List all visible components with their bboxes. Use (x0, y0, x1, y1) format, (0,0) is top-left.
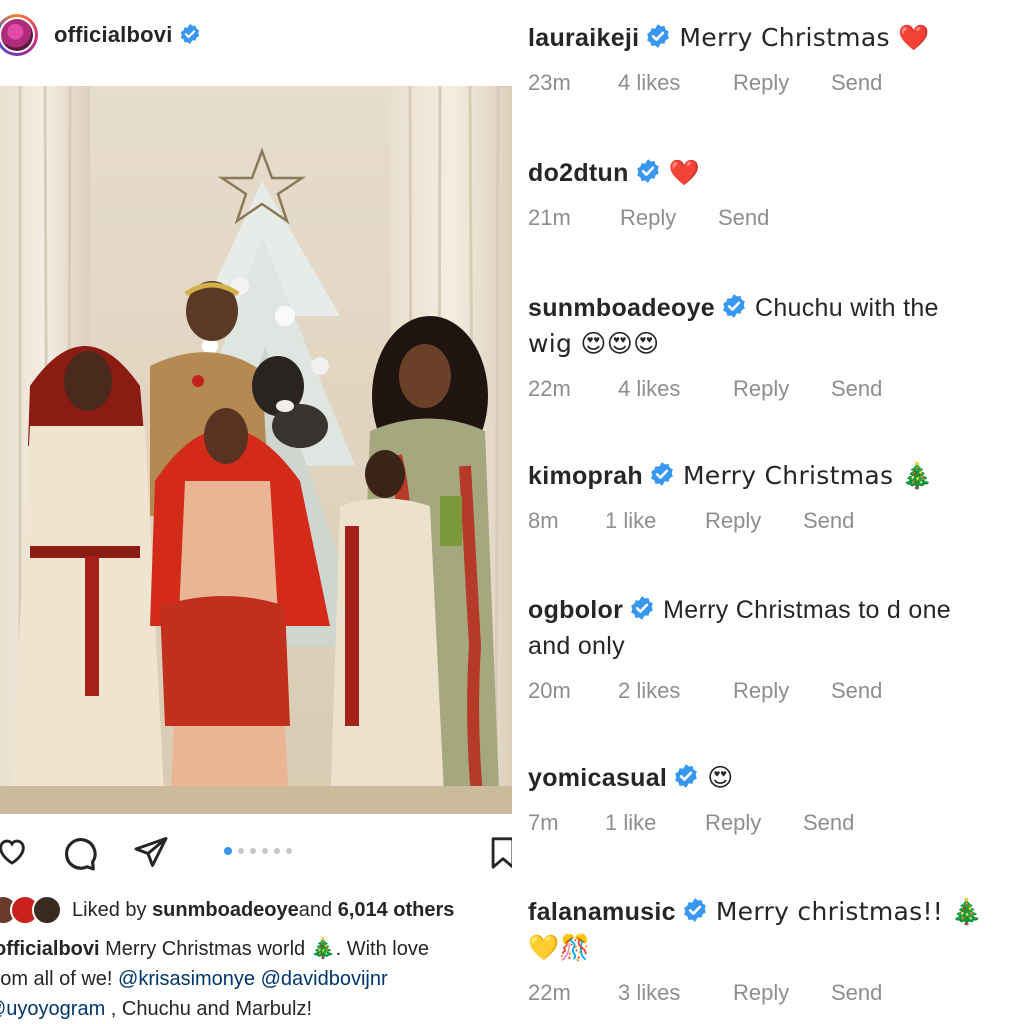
comment-text-continued: and only (528, 632, 625, 660)
bookmark-icon[interactable] (486, 834, 512, 872)
comment-text: Merry Christmas to d one (663, 596, 951, 624)
comment-username[interactable]: sunmboadeoye (528, 294, 715, 322)
verified-badge-icon (723, 294, 745, 319)
caption-text-2: from all of we! (0, 968, 119, 990)
comment-text: 😍 (707, 763, 734, 792)
comment-likes[interactable]: 4 likes (618, 70, 680, 96)
send-button[interactable]: Send (718, 205, 769, 231)
comment-time: 22m (528, 376, 571, 401)
carousel-dot (250, 848, 256, 854)
comment-text: Merry christmas!! 🎄 (715, 897, 983, 926)
verified-badge-icon (636, 159, 659, 184)
comment-likes[interactable]: 2 likes (618, 678, 680, 704)
reply-button[interactable]: Reply (620, 205, 676, 231)
comment-time: 23m (528, 70, 571, 95)
comment-item: ogbolor Merry Christmas to d one and only… (528, 592, 1018, 703)
comment-item: sunmboadeoye Chuchu with the wig 😍😍😍 22m … (528, 290, 1018, 401)
comment-username[interactable]: yomicasual (528, 764, 667, 792)
comment-time: 22m (528, 980, 571, 1005)
reply-button[interactable]: Reply (705, 810, 761, 836)
liked-by-row[interactable]: Liked by sunmboadeoye and 6,014 others (0, 895, 454, 925)
reply-button[interactable]: Reply (733, 678, 789, 704)
verified-badge-icon (675, 764, 698, 789)
liked-by-prefix: Liked by (72, 898, 147, 921)
comment-item: yomicasual 😍 7m 1 like Reply Send (528, 760, 1018, 835)
comment-username[interactable]: lauraikeji (528, 24, 639, 52)
mention-link[interactable]: @davidbovijnr (261, 968, 388, 990)
comment-likes[interactable]: 1 like (605, 508, 656, 534)
reply-button[interactable]: Reply (733, 376, 789, 402)
carousel-dot (238, 848, 244, 854)
heart-outline-icon[interactable] (0, 834, 30, 868)
reply-button[interactable]: Reply (733, 980, 789, 1006)
comment-likes[interactable]: 4 likes (618, 376, 680, 402)
comment-text: ❤️ (668, 158, 701, 187)
send-button[interactable]: Send (803, 810, 854, 836)
carousel-dot (286, 848, 292, 854)
post-author-avatar[interactable] (0, 14, 38, 56)
comment-item: kimoprah Merry Christmas 🎄 8m 1 like Repl… (528, 458, 1018, 533)
reply-button[interactable]: Reply (733, 70, 789, 96)
verified-badge-icon (180, 24, 199, 45)
comment-text: Chuchu with the (754, 294, 939, 322)
post-author-username[interactable]: officialbovi (54, 22, 201, 48)
comment-time: 7m (528, 810, 559, 835)
comment-text-continued: wig 😍😍😍 (528, 329, 660, 358)
comments-panel: lauraikeji Merry Christmas ❤️ 23m 4 likes… (512, 0, 1024, 1024)
post-header: officialbovi (0, 12, 512, 76)
verified-badge-icon (647, 24, 670, 49)
comment-time: 20m (528, 678, 571, 703)
caption-username[interactable]: officialbovi (0, 938, 100, 960)
comment-text-continued: 💛🎊 (528, 933, 591, 962)
send-button[interactable]: Send (803, 508, 854, 534)
post-photo[interactable] (0, 86, 512, 814)
mention-link[interactable]: @krisasimonye (118, 968, 255, 990)
post-caption: officialbovi Merry Christmas world 🎄. Wi… (0, 934, 512, 1024)
liked-by-others[interactable]: 6,014 others (338, 899, 455, 922)
post-author-name[interactable]: officialbovi (54, 22, 173, 47)
liked-by-and: and (298, 898, 333, 921)
avatar-photo (1, 19, 33, 51)
caption-text-3: , Chuchu and Marbulz! (105, 998, 313, 1020)
reply-button[interactable]: Reply (705, 508, 761, 534)
comment-item: do2dtun ❤️ 21m Reply Send (528, 155, 1018, 230)
comment-item: falanamusic Merry christmas!! 🎄 💛🎊 22m 3 … (528, 894, 1018, 1005)
send-button[interactable]: Send (831, 678, 882, 704)
comment-text: Merry Christmas 🎄 (682, 461, 933, 490)
family-christmas-photo (0, 86, 512, 814)
mention-link[interactable]: @uyoyogram (0, 998, 105, 1020)
comment-item: lauraikeji Merry Christmas ❤️ 23m 4 likes… (528, 20, 1018, 95)
comment-likes[interactable]: 1 like (605, 810, 656, 836)
carousel-dot (262, 848, 268, 854)
liked-by-user[interactable]: sunmboadeoye (152, 899, 299, 922)
comment-username[interactable]: falanamusic (528, 898, 676, 926)
carousel-dot-active (224, 847, 232, 855)
send-button[interactable]: Send (831, 70, 882, 96)
avatar (32, 895, 62, 925)
comment-time: 8m (528, 508, 559, 533)
paper-plane-icon[interactable] (132, 834, 170, 870)
comment-username[interactable]: ogbolor (528, 596, 623, 624)
verified-badge-icon (651, 462, 673, 487)
post-action-bar (0, 828, 512, 878)
verified-badge-icon (631, 596, 653, 621)
post-panel: officialbovi Liked by sunmboadeoye and 6… (0, 0, 512, 1024)
send-button[interactable]: Send (831, 980, 882, 1006)
carousel-indicator (224, 847, 292, 855)
comment-time: 21m (528, 205, 571, 230)
comment-bubble-icon[interactable] (60, 834, 98, 872)
comment-username[interactable]: kimoprah (528, 462, 643, 490)
carousel-dot (274, 848, 280, 854)
liker-avatars (0, 895, 62, 925)
caption-text-1: Merry Christmas world 🎄. With love (99, 938, 429, 960)
verified-badge-icon (683, 898, 706, 923)
comment-username[interactable]: do2dtun (528, 159, 629, 187)
comment-likes[interactable]: 3 likes (618, 980, 680, 1006)
comment-text: Merry Christmas ❤️ (679, 23, 930, 52)
send-button[interactable]: Send (831, 376, 882, 402)
